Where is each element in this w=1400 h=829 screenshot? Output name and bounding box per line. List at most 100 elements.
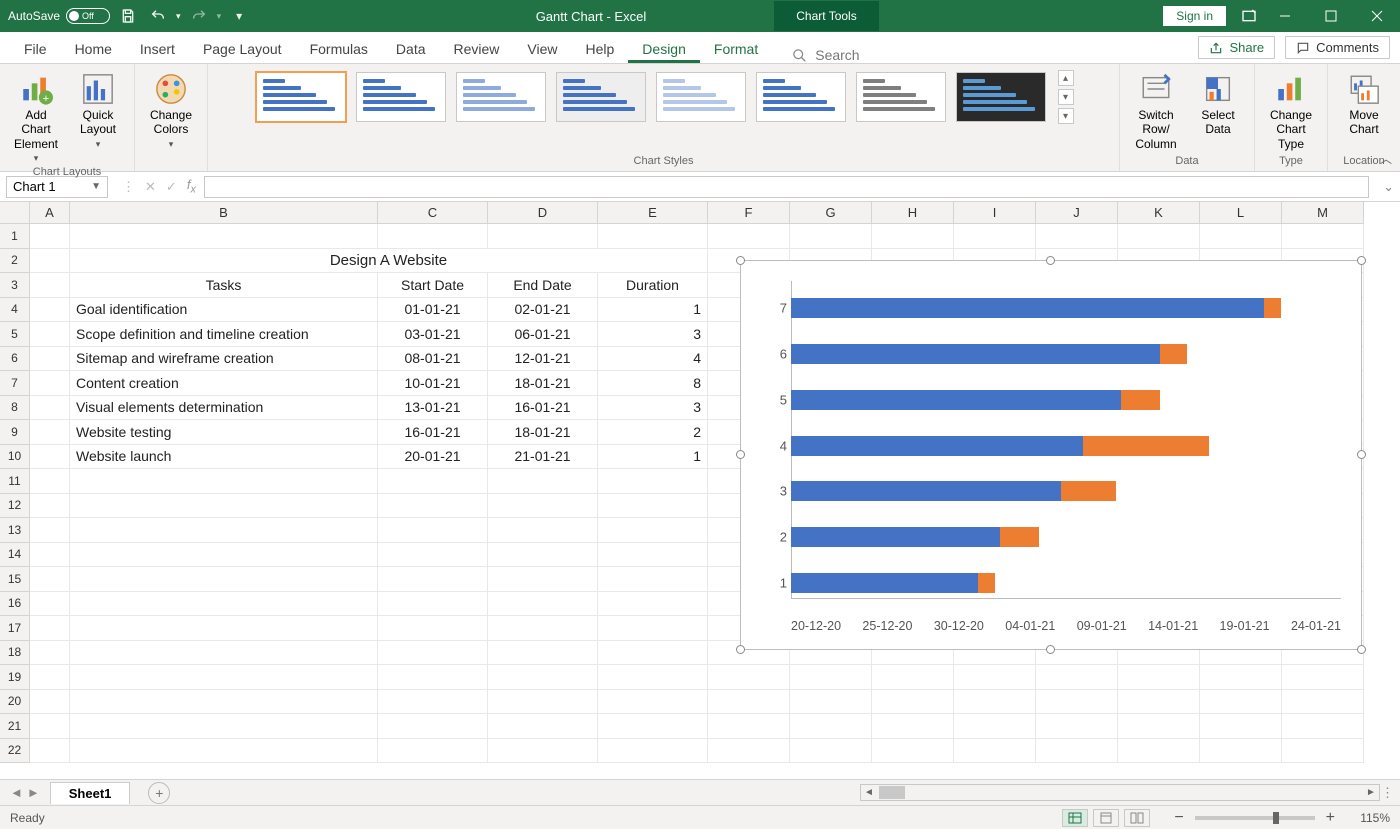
- cell[interactable]: [30, 249, 70, 274]
- move-chart-button[interactable]: Move Chart: [1336, 70, 1392, 139]
- chart-style-3[interactable]: [456, 72, 546, 122]
- column-header[interactable]: J: [1036, 202, 1118, 224]
- chart-style-1[interactable]: [256, 72, 346, 122]
- worksheet-grid[interactable]: ABCDEFGHIJKLM12Design A Website3TasksSta…: [0, 202, 1400, 779]
- horizontal-scrollbar[interactable]: ◄ ►: [860, 784, 1380, 801]
- cell[interactable]: [378, 592, 488, 617]
- cell[interactable]: [954, 739, 1036, 764]
- row-header[interactable]: 12: [0, 494, 30, 519]
- chart-bar[interactable]: [791, 298, 1341, 318]
- cell[interactable]: [378, 494, 488, 519]
- cell[interactable]: [30, 567, 70, 592]
- cell[interactable]: [598, 714, 708, 739]
- switch-row-column-button[interactable]: Switch Row/ Column: [1128, 70, 1184, 153]
- cell[interactable]: [1118, 739, 1200, 764]
- column-header[interactable]: L: [1200, 202, 1282, 224]
- cell-end[interactable]: 21-01-21: [488, 445, 598, 470]
- row-header[interactable]: 4: [0, 298, 30, 323]
- undo-icon[interactable]: [146, 4, 170, 28]
- row-header[interactable]: 15: [0, 567, 30, 592]
- zoom-in-button[interactable]: +: [1320, 809, 1341, 827]
- cell[interactable]: [70, 518, 378, 543]
- cell-task[interactable]: Goal identification: [70, 298, 378, 323]
- column-header[interactable]: F: [708, 202, 790, 224]
- cell[interactable]: [30, 641, 70, 666]
- cell-duration[interactable]: 3: [598, 396, 708, 421]
- resize-handle-ml[interactable]: [736, 450, 745, 459]
- cell[interactable]: [30, 518, 70, 543]
- view-page-break-icon[interactable]: [1124, 809, 1150, 827]
- cell-duration[interactable]: 2: [598, 420, 708, 445]
- cell[interactable]: [1200, 714, 1282, 739]
- cell[interactable]: [378, 543, 488, 568]
- cell[interactable]: [378, 714, 488, 739]
- cell[interactable]: [1118, 714, 1200, 739]
- fx-icon[interactable]: fx: [187, 177, 196, 196]
- cell[interactable]: [708, 224, 790, 249]
- scroll-left-icon[interactable]: ◄: [861, 785, 877, 800]
- cell[interactable]: [378, 739, 488, 764]
- resize-handle-tr[interactable]: [1357, 256, 1366, 265]
- ribbon-display-options-icon[interactable]: [1236, 3, 1262, 29]
- cell[interactable]: [378, 224, 488, 249]
- cell[interactable]: [488, 567, 598, 592]
- cell[interactable]: [598, 690, 708, 715]
- cell[interactable]: [790, 665, 872, 690]
- expand-formula-bar-icon[interactable]: ⌄: [1377, 179, 1400, 195]
- cell[interactable]: [790, 690, 872, 715]
- cell[interactable]: [954, 665, 1036, 690]
- tab-format[interactable]: Format: [700, 35, 772, 63]
- cell[interactable]: [30, 543, 70, 568]
- scroll-right-icon[interactable]: ►: [1363, 785, 1379, 800]
- column-header[interactable]: K: [1118, 202, 1200, 224]
- close-button[interactable]: [1354, 0, 1400, 32]
- cell[interactable]: [1036, 224, 1118, 249]
- chart-bar[interactable]: [791, 527, 1341, 547]
- tab-design[interactable]: Design: [628, 35, 700, 63]
- row-header[interactable]: 13: [0, 518, 30, 543]
- cell[interactable]: [30, 469, 70, 494]
- row-header[interactable]: 10: [0, 445, 30, 470]
- cell[interactable]: [872, 690, 954, 715]
- worksheet-title-cell[interactable]: Design A Website: [70, 249, 708, 274]
- chart-bar[interactable]: [791, 344, 1341, 364]
- cell[interactable]: [378, 690, 488, 715]
- minimize-button[interactable]: [1262, 0, 1308, 32]
- row-header[interactable]: 14: [0, 543, 30, 568]
- cell-end[interactable]: 12-01-21: [488, 347, 598, 372]
- cell-start[interactable]: 13-01-21: [378, 396, 488, 421]
- cell[interactable]: [30, 739, 70, 764]
- cell-task[interactable]: Sitemap and wireframe creation: [70, 347, 378, 372]
- undo-dropdown-icon[interactable]: ▾: [176, 11, 181, 22]
- cell[interactable]: [70, 469, 378, 494]
- resize-handle-br[interactable]: [1357, 645, 1366, 654]
- add-chart-element-button[interactable]: + Add Chart Element▾: [8, 70, 64, 166]
- cell[interactable]: [70, 641, 378, 666]
- cell-task[interactable]: Scope definition and timeline creation: [70, 322, 378, 347]
- cell[interactable]: [708, 714, 790, 739]
- row-header[interactable]: 21: [0, 714, 30, 739]
- cell[interactable]: [378, 641, 488, 666]
- resize-handle-bl[interactable]: [736, 645, 745, 654]
- cell[interactable]: [1282, 714, 1364, 739]
- cell[interactable]: [598, 641, 708, 666]
- column-header[interactable]: C: [378, 202, 488, 224]
- cell[interactable]: [30, 665, 70, 690]
- cell[interactable]: [598, 224, 708, 249]
- row-header[interactable]: 6: [0, 347, 30, 372]
- autosave-toggle[interactable]: AutoSave Off: [8, 8, 110, 24]
- collapse-ribbon-icon[interactable]: ︿: [1380, 150, 1392, 167]
- formula-input[interactable]: [204, 176, 1369, 198]
- view-page-layout-icon[interactable]: [1093, 809, 1119, 827]
- cell[interactable]: [488, 518, 598, 543]
- header-tasks[interactable]: Tasks: [70, 273, 378, 298]
- select-all-corner[interactable]: [0, 202, 30, 224]
- cell[interactable]: [488, 543, 598, 568]
- styles-scroll-up-icon[interactable]: ▴: [1058, 70, 1074, 86]
- cell[interactable]: [790, 224, 872, 249]
- zoom-out-button[interactable]: −: [1168, 809, 1189, 827]
- cell[interactable]: [30, 371, 70, 396]
- cell[interactable]: [30, 445, 70, 470]
- cell[interactable]: [70, 567, 378, 592]
- cell[interactable]: [1036, 739, 1118, 764]
